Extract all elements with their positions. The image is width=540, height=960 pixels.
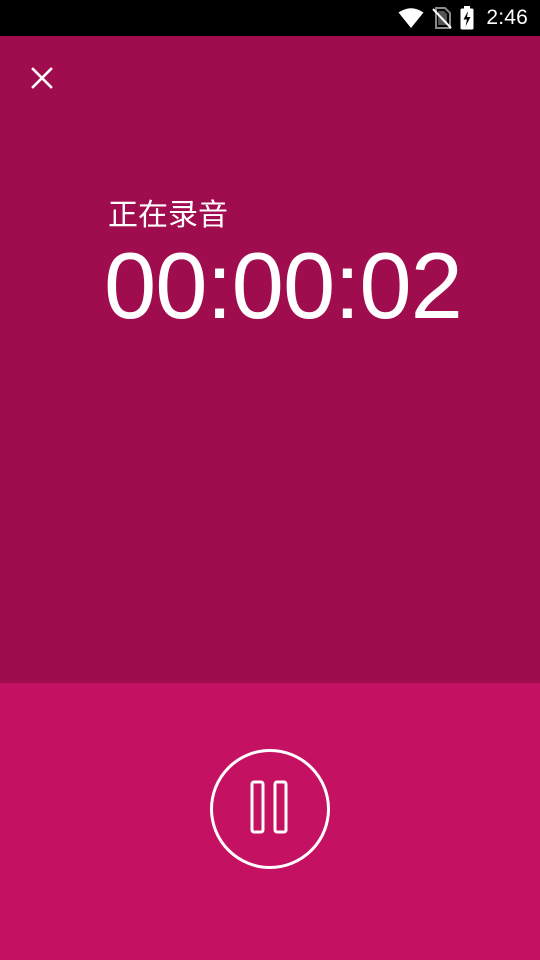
pause-icon (250, 780, 290, 838)
close-button[interactable] (18, 56, 66, 104)
status-time: 2:46 (486, 6, 528, 29)
battery-charging-icon (460, 6, 474, 30)
pause-button[interactable] (210, 749, 330, 869)
recording-status-label: 正在录音 (108, 198, 228, 233)
close-icon (30, 66, 54, 94)
wifi-icon (398, 7, 424, 29)
status-bar: 2:46 (0, 0, 540, 36)
recording-panel: 正在录音 00:00:02 (0, 36, 540, 683)
no-sim-icon (432, 7, 453, 29)
controls-panel (0, 683, 540, 960)
elapsed-timer: 00:00:02 (104, 233, 463, 338)
status-icons: 2:46 (398, 0, 528, 36)
